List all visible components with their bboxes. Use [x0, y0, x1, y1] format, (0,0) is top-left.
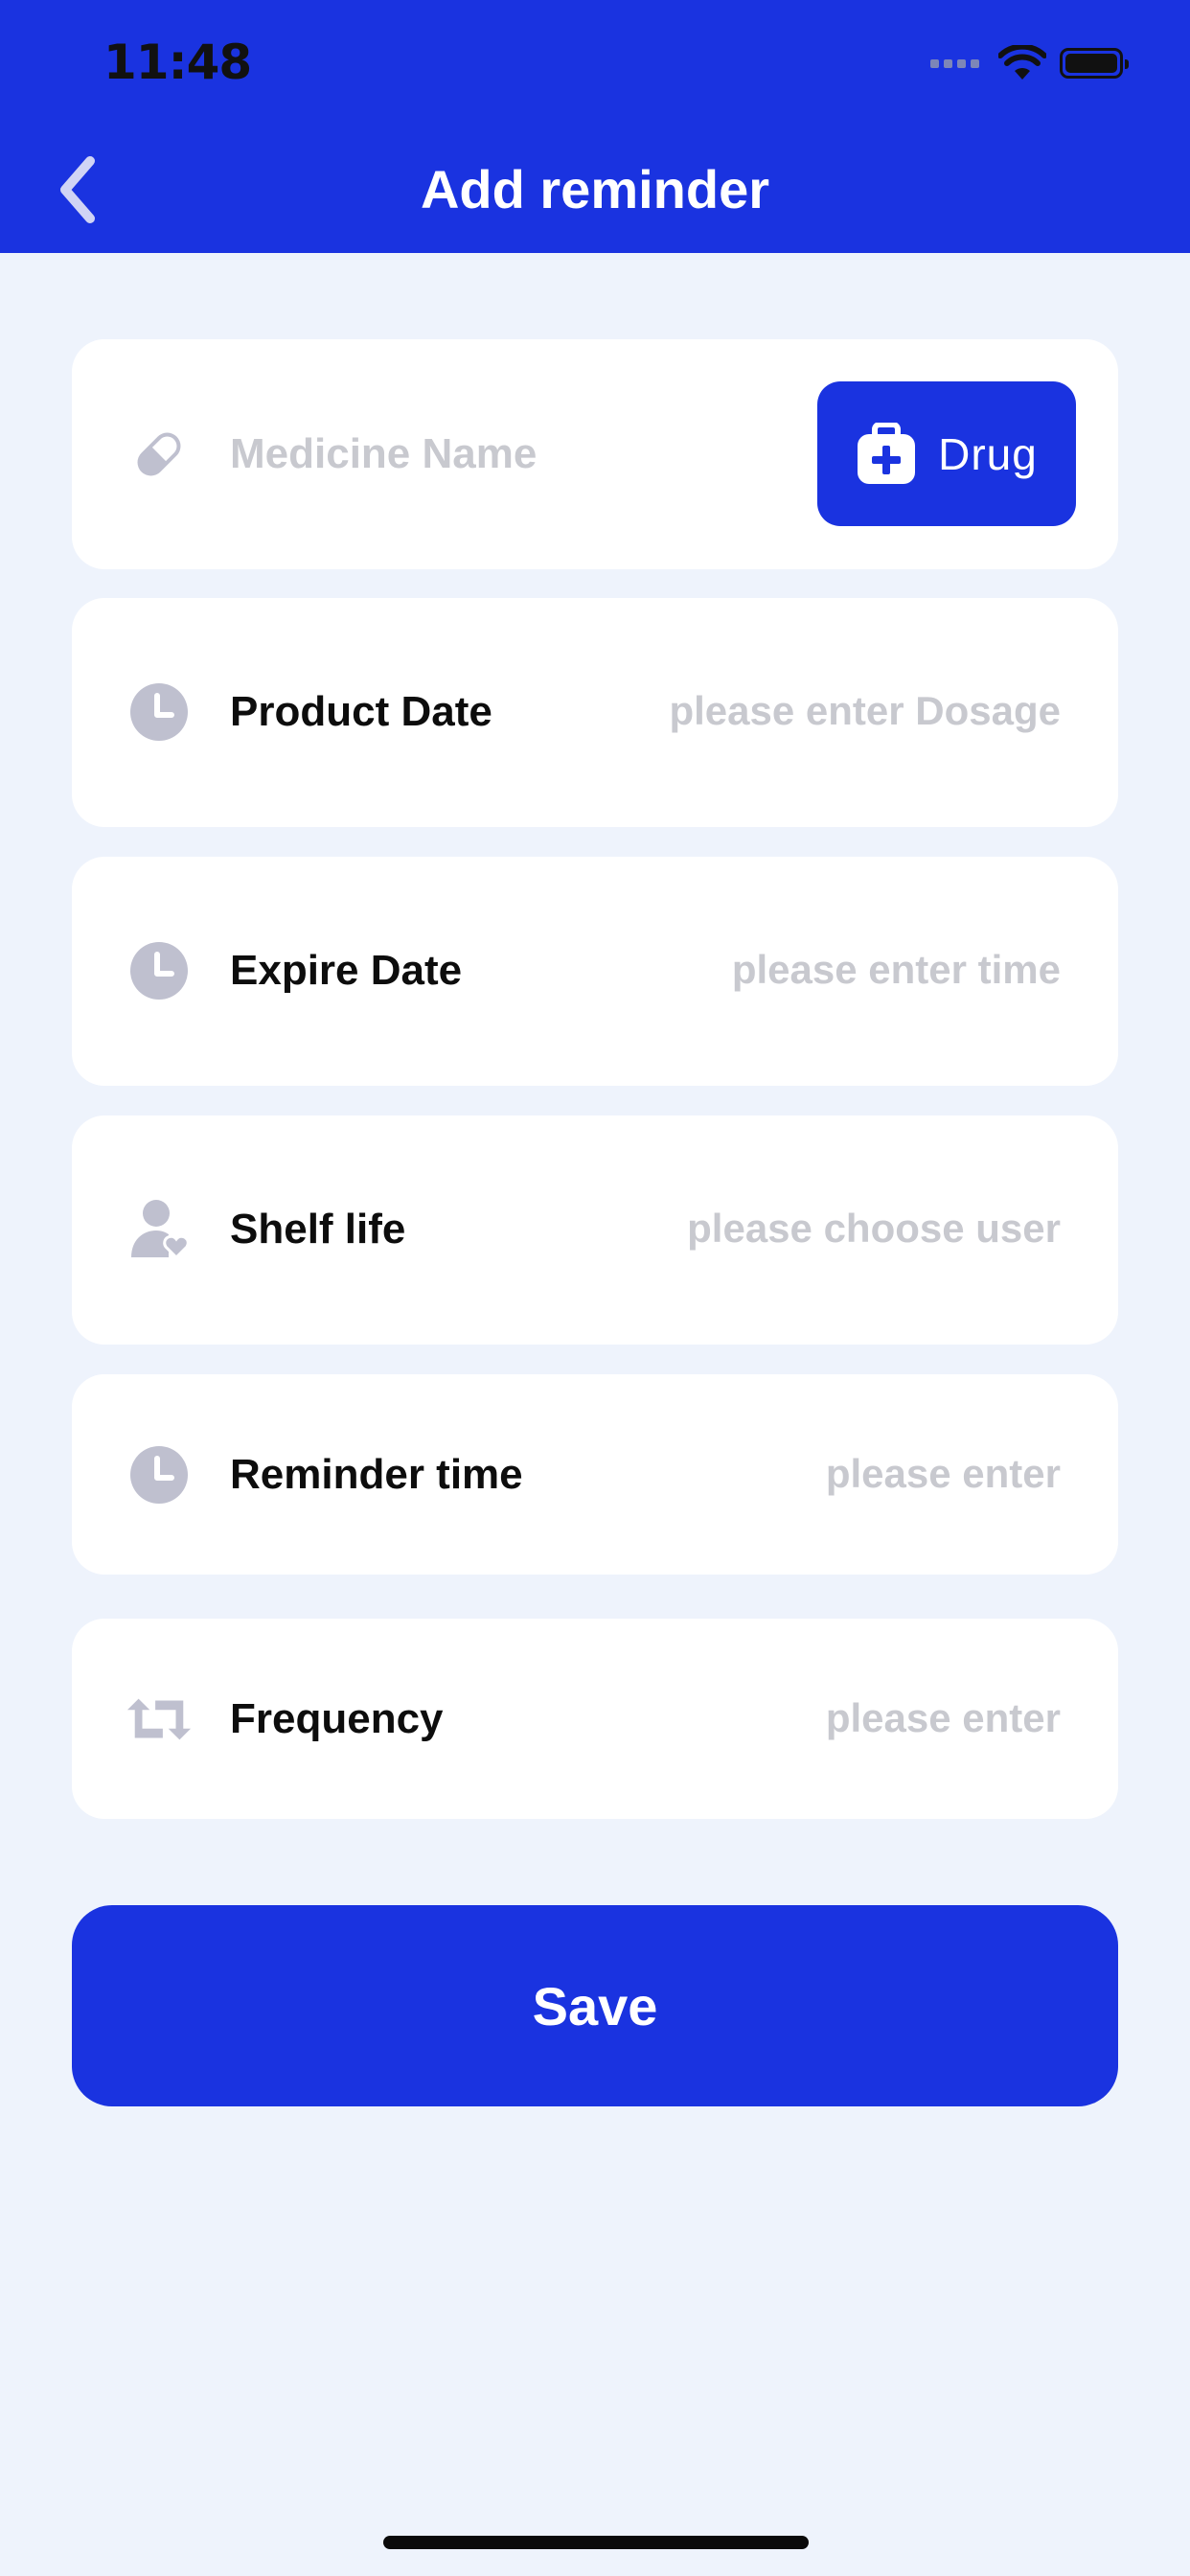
clock-icon: [126, 678, 193, 746]
medicine-name-card: Drug: [72, 339, 1118, 569]
row-label: Expire Date: [230, 947, 463, 994]
row-placeholder: please enter time: [731, 947, 1061, 992]
drug-button-label: Drug: [938, 428, 1038, 479]
drug-button[interactable]: Drug: [817, 381, 1076, 526]
row-label: Frequency: [230, 1695, 444, 1742]
medicine-name-input[interactable]: [230, 339, 862, 569]
row-placeholder: please enter Dosage: [669, 688, 1061, 733]
row-placeholder: please choose user: [687, 1206, 1061, 1251]
row-label: Product Date: [230, 688, 492, 735]
clock-icon: [126, 937, 193, 1004]
expire-date-row[interactable]: Expire Date please enter time: [72, 857, 1118, 1086]
status-icons: [930, 42, 1129, 84]
status-time: 11:48: [103, 34, 252, 90]
shelf-life-row[interactable]: Shelf life please choose user: [72, 1116, 1118, 1345]
row-placeholder: please enter: [825, 1695, 1061, 1740]
user-heart-icon: [126, 1196, 193, 1263]
header: 11:48 Add reminder: [0, 0, 1190, 253]
battery-icon: [1060, 48, 1129, 79]
save-button[interactable]: Save: [72, 1905, 1118, 2106]
repeat-icon: [126, 1686, 193, 1753]
home-indicator: [383, 2536, 809, 2549]
pill-icon: [126, 421, 193, 488]
product-date-row[interactable]: Product Date please enter Dosage: [72, 598, 1118, 827]
row-label: Reminder time: [230, 1451, 523, 1498]
wifi-icon: [998, 45, 1046, 80]
page-title: Add reminder: [420, 159, 770, 219]
frequency-row[interactable]: Frequency please enter: [72, 1619, 1118, 1819]
row-placeholder: please enter: [825, 1451, 1061, 1496]
reminder-time-row[interactable]: Reminder time please enter: [72, 1374, 1118, 1575]
signal-icon: [930, 58, 979, 68]
row-label: Shelf life: [230, 1206, 406, 1253]
medkit-icon: [858, 422, 916, 484]
clock-icon: [126, 1441, 193, 1508]
